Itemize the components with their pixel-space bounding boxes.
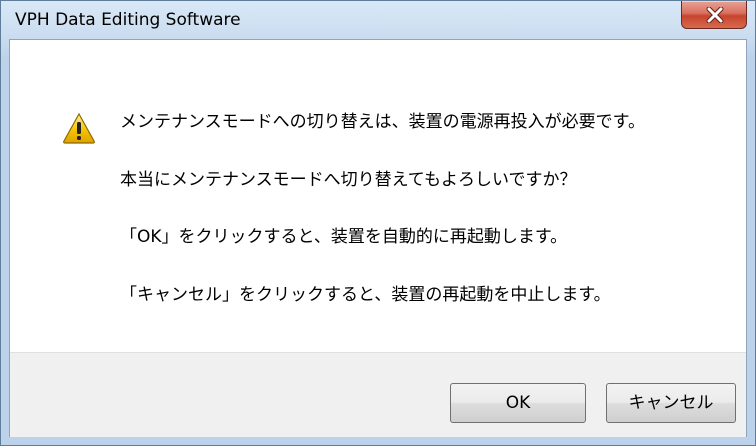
message-line-1: メンテナンスモードへの切り替えは、装置の電源再投入が必要です。 xyxy=(120,112,645,132)
close-icon xyxy=(706,7,724,23)
window-title: VPH Data Editing Software xyxy=(15,10,241,30)
ok-button[interactable]: OK xyxy=(450,383,586,423)
message-line-2: 本当にメンテナンスモードへ切り替えてもよろしいですか？ xyxy=(120,170,577,190)
message-line-3: 「OK」をクリックすると、装置を自動的に再起動します。 xyxy=(120,227,568,247)
cancel-button[interactable]: キャンセル xyxy=(606,383,736,423)
title-bar[interactable]: VPH Data Editing Software xyxy=(1,1,755,39)
button-bar: OK キャンセル xyxy=(10,352,746,437)
close-button[interactable] xyxy=(681,1,747,29)
warning-icon xyxy=(63,112,95,144)
dialog-content: メンテナンスモードへの切り替えは、装置の電源再投入が必要です。 本当にメンテナン… xyxy=(9,39,747,437)
dialog-window: VPH Data Editing Software メンテナンスモードへの切り替… xyxy=(0,0,756,446)
message-line-4: 「キャンセル」をクリックすると、装置の再起動を中止します。 xyxy=(120,285,611,305)
